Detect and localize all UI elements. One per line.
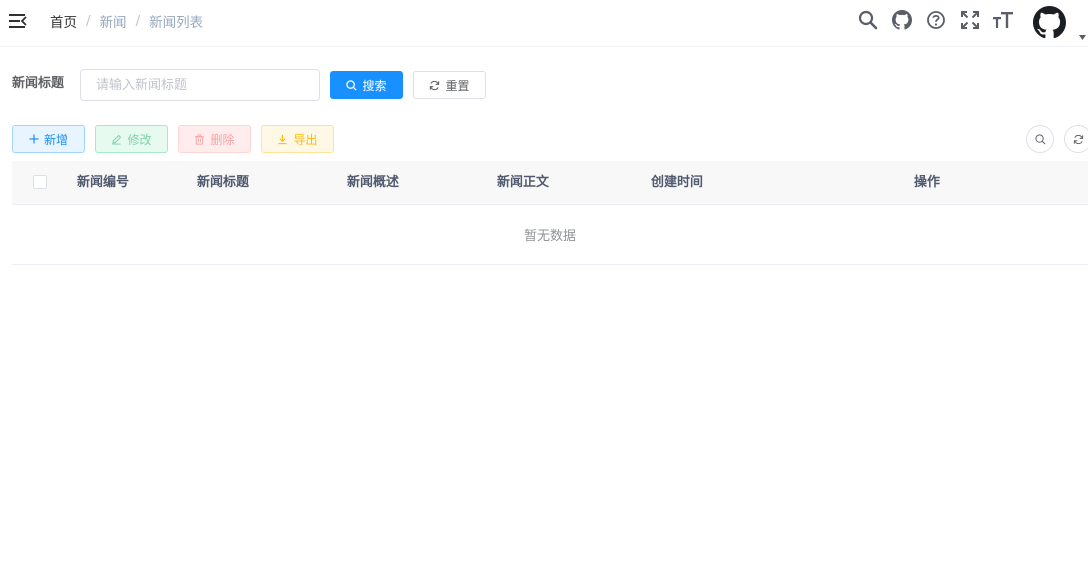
news-title-label: 新闻标题 xyxy=(12,76,65,91)
add-button-label: 新增 xyxy=(43,132,68,147)
delete-button[interactable]: 删除 xyxy=(178,125,251,153)
hamburger-icon[interactable] xyxy=(8,12,28,30)
edit-icon xyxy=(112,134,122,145)
plus-icon xyxy=(29,134,39,144)
export-button-label: 导出 xyxy=(293,132,318,147)
refresh-button[interactable] xyxy=(1064,125,1088,153)
column-header-news-title[interactable]: 新闻标题 xyxy=(197,174,249,192)
trash-icon xyxy=(195,133,205,145)
column-header-created-time[interactable]: 创建时间 xyxy=(651,174,703,192)
toggle-search-button[interactable] xyxy=(1026,125,1054,153)
search-icon xyxy=(1034,133,1045,144)
empty-text: 暂无数据 xyxy=(523,229,576,244)
column-header-news-content[interactable]: 新闻正文 xyxy=(497,174,549,192)
search-button[interactable]: 搜索 xyxy=(330,71,403,99)
breadcrumb: 首页 / 新闻 / 新闻列表 xyxy=(50,11,204,31)
github-icon[interactable] xyxy=(891,9,913,31)
column-header-actions: 操作 xyxy=(914,175,941,190)
breadcrumb-separator: / xyxy=(135,13,141,29)
refresh-icon xyxy=(1073,134,1083,144)
user-avatar[interactable] xyxy=(1033,6,1066,39)
edit-button[interactable]: 修改 xyxy=(95,125,168,153)
reset-button[interactable]: 重置 xyxy=(413,71,486,99)
fullscreen-icon[interactable] xyxy=(959,9,981,31)
breadcrumb-separator: / xyxy=(86,13,91,29)
news-table: 新闻编号 新闻标题 新闻概述 新闻正文 创建时间 操作 暂无数据 xyxy=(12,161,1088,265)
edit-button-label: 修改 xyxy=(127,132,152,147)
caret-down-icon[interactable] xyxy=(1079,29,1086,40)
export-button[interactable]: 导出 xyxy=(261,125,334,153)
column-header-news-summary[interactable]: 新闻概述 xyxy=(347,174,399,192)
font-size-icon[interactable] xyxy=(992,9,1014,31)
add-button[interactable]: 新增 xyxy=(12,125,85,153)
navbar: 首页 / 新闻 / 新闻列表 xyxy=(0,0,1088,47)
download-icon xyxy=(278,134,288,144)
search-icon xyxy=(346,79,358,91)
table-header: 新闻编号 新闻标题 新闻概述 新闻正文 创建时间 操作 xyxy=(12,161,1088,205)
news-title-input[interactable] xyxy=(80,69,320,101)
delete-button-label: 删除 xyxy=(210,132,235,147)
column-header-news-id[interactable]: 新闻编号 xyxy=(77,174,129,192)
search-button-label: 搜索 xyxy=(362,78,387,93)
breadcrumb-item-home[interactable]: 首页 xyxy=(50,11,77,31)
select-all-checkbox[interactable] xyxy=(33,175,47,189)
reset-button-label: 重置 xyxy=(445,78,470,93)
help-icon[interactable] xyxy=(925,9,947,31)
search-icon[interactable] xyxy=(857,9,879,31)
breadcrumb-item-news-list: 新闻列表 xyxy=(149,15,204,31)
table-empty-row: 暂无数据 xyxy=(12,205,1088,265)
refresh-icon xyxy=(430,80,440,90)
breadcrumb-item-news: 新闻 xyxy=(99,15,127,31)
